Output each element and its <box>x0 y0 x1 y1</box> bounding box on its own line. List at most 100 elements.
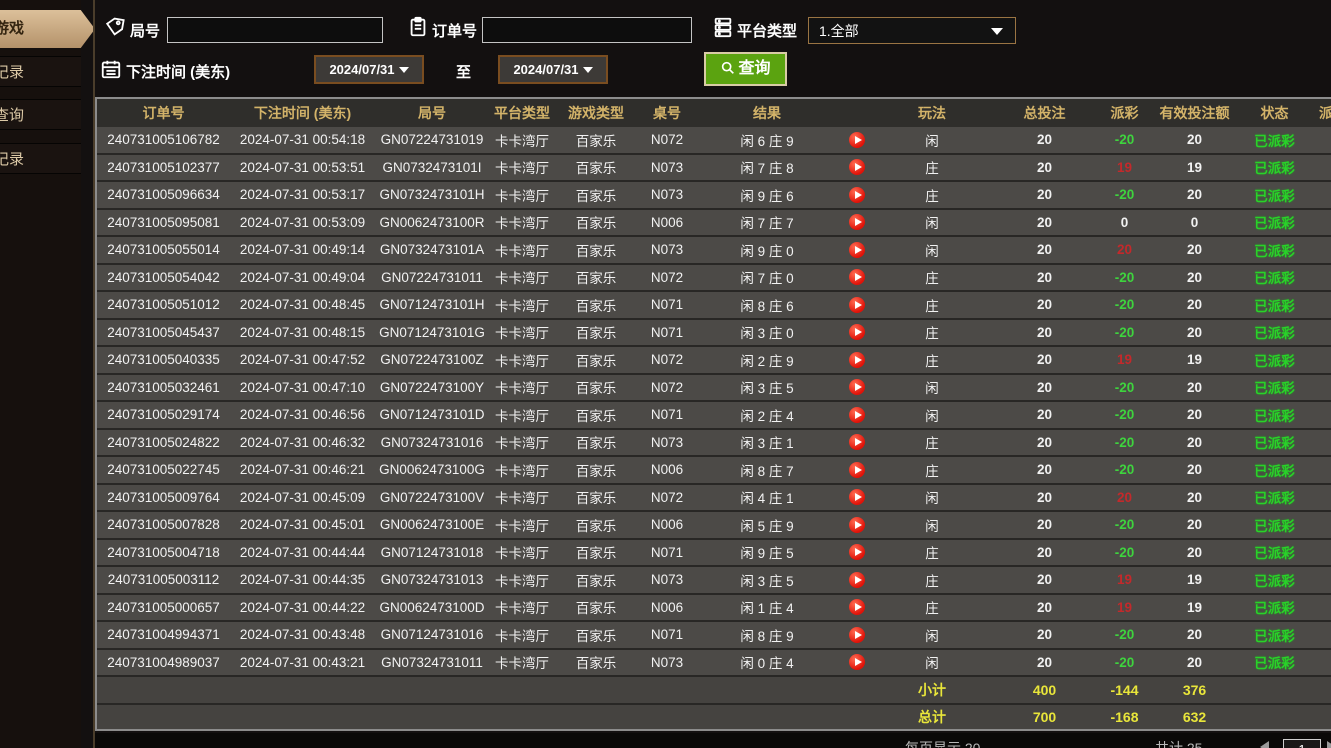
cell-game: GN07324731016 <box>375 428 489 457</box>
cell-status: 已派彩 <box>1242 511 1307 540</box>
replay-play-icon[interactable] <box>849 379 865 396</box>
cell-bet: 20 <box>987 621 1102 650</box>
cell-method: 闲 <box>877 483 987 512</box>
cell-order: 240731005096634 <box>97 181 230 210</box>
replay-play-icon[interactable] <box>849 351 865 368</box>
cell-table: N073 <box>637 153 697 182</box>
cell-payout: -20 <box>1102 538 1147 567</box>
cell-order: 240731005054042 <box>97 263 230 292</box>
replay-play-icon[interactable] <box>849 241 865 258</box>
replay-play-icon[interactable] <box>849 406 865 423</box>
cell-table: N071 <box>637 401 697 430</box>
cell-time: 2024-07-31 00:48:45 <box>230 291 375 320</box>
cell-game: GN0722473100Z <box>375 346 489 375</box>
cell-method: 庄 <box>877 153 987 182</box>
cell-result: 闲 6 庄 9 <box>697 127 837 155</box>
cell-time: 2024-07-31 00:43:21 <box>230 648 375 677</box>
replay-play-icon[interactable] <box>849 516 865 533</box>
cell-time: 2024-07-31 00:48:15 <box>230 318 375 347</box>
cell-status: 已派彩 <box>1242 181 1307 210</box>
replay-play-icon[interactable] <box>849 214 865 231</box>
sidebar-item-games[interactable]: 游戏 <box>0 10 95 48</box>
cell-payout: -20 <box>1102 456 1147 485</box>
replay-play-icon[interactable] <box>849 626 865 643</box>
cell-platform: 卡卡湾厅 <box>489 428 555 457</box>
cell-game: GN0062473100D <box>375 593 489 622</box>
date-from-picker[interactable]: 2024/07/31 <box>314 55 424 84</box>
cell-payout: 0 <box>1102 208 1147 237</box>
cell-valid: 20 <box>1147 483 1242 512</box>
replay-play-icon[interactable] <box>849 324 865 341</box>
cell-method: 庄 <box>877 318 987 347</box>
bet-time-label: 下注时间 (美东) <box>126 64 231 81</box>
replay-cell <box>837 208 877 237</box>
cell-table: N071 <box>637 318 697 347</box>
cell-valid: 20 <box>1147 648 1242 677</box>
replay-play-icon[interactable] <box>849 571 865 588</box>
cell-result: 闲 3 庄 0 <box>697 318 837 347</box>
date-to-picker[interactable]: 2024/07/31 <box>498 55 608 84</box>
cell-order: 240731005102377 <box>97 153 230 182</box>
cell-extra <box>1307 428 1331 457</box>
replay-cell <box>837 511 877 540</box>
cell-time: 2024-07-31 00:53:09 <box>230 208 375 237</box>
col-game-no: 局号 <box>375 99 489 127</box>
replay-cell <box>837 593 877 622</box>
cell-platform: 卡卡湾厅 <box>489 648 555 677</box>
cell-order: 240731005095081 <box>97 208 230 237</box>
cell-extra <box>1307 236 1331 265</box>
prev-page-icon[interactable] <box>1260 741 1269 748</box>
cell-payout: -20 <box>1102 181 1147 210</box>
cell-payout: 19 <box>1102 346 1147 375</box>
replay-play-icon[interactable] <box>849 461 865 478</box>
replay-cell <box>837 648 877 677</box>
chevron-down-icon <box>398 67 409 73</box>
replay-cell <box>837 621 877 650</box>
sidebar-item-query[interactable]: 查询 <box>0 99 81 130</box>
cell-extra <box>1307 127 1331 155</box>
replay-play-icon[interactable] <box>849 489 865 506</box>
cell-table: N072 <box>637 373 697 402</box>
replay-play-icon[interactable] <box>849 654 865 671</box>
current-page-box[interactable]: 1 <box>1283 739 1321 748</box>
cell-game: GN0722473100V <box>375 483 489 512</box>
cell-order: 240731005106782 <box>97 127 230 155</box>
next-page-icon[interactable] <box>1327 741 1331 748</box>
cell-result: 闲 9 庄 6 <box>697 181 837 210</box>
replay-play-icon[interactable] <box>849 599 865 616</box>
cell-status: 已派彩 <box>1242 346 1307 375</box>
platform-select[interactable]: 1.全部 <box>808 17 1016 44</box>
per-page-value[interactable]: 20 <box>965 740 981 748</box>
replay-play-icon[interactable] <box>849 186 865 203</box>
replay-play-icon[interactable] <box>849 296 865 313</box>
cell-valid: 20 <box>1147 291 1242 320</box>
subtotal-payout: -144 <box>1102 676 1147 705</box>
game-no-label: 局号 <box>130 23 161 40</box>
replay-cell <box>837 456 877 485</box>
cell-time: 2024-07-31 00:45:01 <box>230 511 375 540</box>
game-no-input[interactable] <box>167 17 383 43</box>
order-no-input[interactable] <box>482 17 692 43</box>
date-to-value: 2024/07/31 <box>513 62 579 77</box>
cell-bet: 20 <box>987 236 1102 265</box>
replay-cell <box>837 538 877 567</box>
cell-bet: 20 <box>987 511 1102 540</box>
search-button[interactable]: 查询 <box>704 52 787 86</box>
cell-payout: 20 <box>1102 483 1147 512</box>
cell-platform: 卡卡湾厅 <box>489 401 555 430</box>
sidebar-item-records[interactable]: 记录 <box>0 56 81 87</box>
replay-play-icon[interactable] <box>849 131 865 148</box>
sidebar-item-records-2[interactable]: 记录 <box>0 143 81 174</box>
replay-play-icon[interactable] <box>849 544 865 561</box>
replay-play-icon[interactable] <box>849 434 865 451</box>
cell-method: 闲 <box>877 236 987 265</box>
cell-game: GN0712473101H <box>375 291 489 320</box>
col-total-bet: 总投注 <box>987 99 1102 127</box>
replay-play-icon[interactable] <box>849 159 865 176</box>
cell-type: 百家乐 <box>555 318 637 347</box>
table-row: 240731005054042 2024-07-31 00:49:04 GN0722… <box>97 263 1331 292</box>
cell-table: N006 <box>637 208 697 237</box>
cell-payout: -20 <box>1102 373 1147 402</box>
replay-play-icon[interactable] <box>849 269 865 286</box>
cell-status: 已派彩 <box>1242 127 1307 155</box>
